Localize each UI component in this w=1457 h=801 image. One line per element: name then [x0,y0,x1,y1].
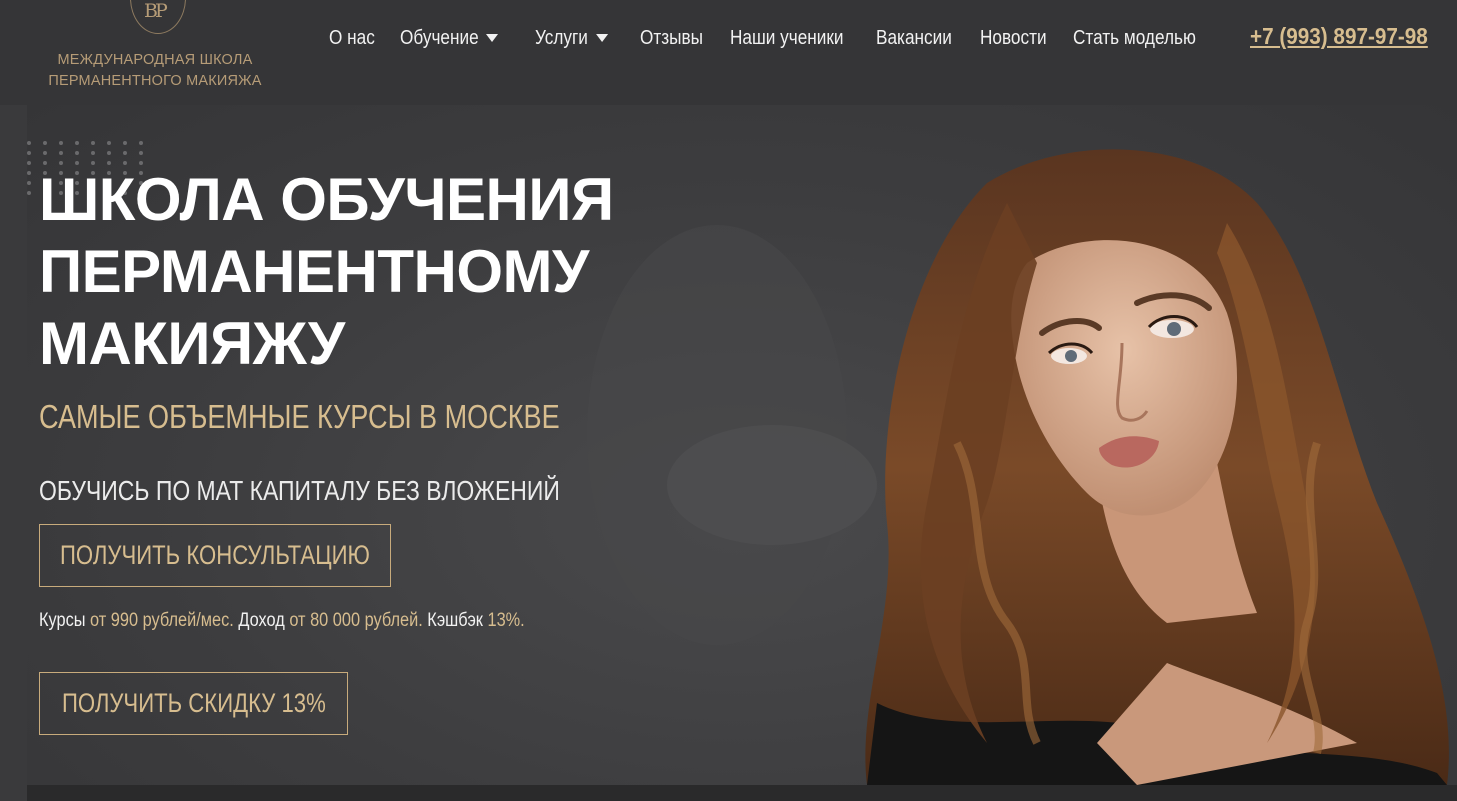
logo-text-line2: ПЕРМАНЕНТНОГО МАКИЯЖА [48,73,262,89]
hero-title-line2: ПЕРМАНЕНТНОМУ [39,238,589,305]
get-discount-button-label: ПОЛУЧИТЬ СКИДКУ 13% [61,688,326,718]
nav-item-become-model[interactable]: Стать моделью [1073,27,1196,50]
nav-item-training-label: Обучение [400,26,479,49]
logo-text-line1: МЕЖДУНАРОДНАЯ ШКОЛА [57,52,253,68]
hero-title-line3: МАКИЯЖУ [39,310,345,377]
hero-subtitle: САМЫЕ ОБЪЕМНЫЕ КУРСЫ В МОСКВЕ [39,398,560,435]
main-nav: О нас Обучение Услуги Отзывы Наши ученик… [329,24,1213,52]
get-discount-button[interactable]: ПОЛУЧИТЬ СКИДКУ 13% [39,672,348,735]
nav-item-news[interactable]: Новости [980,27,1060,50]
cashback-value: 13%. [487,610,525,631]
section-divider [27,785,1457,801]
income-value: от 80 000 рублей. [289,610,423,631]
phone-link[interactable]: +7 (993) 897-97-98 [1250,23,1428,50]
hero-tagline: ОБУЧИСЬ ПО МАТ КАПИТАЛУ БЕЗ ВЛОЖЕНИЙ [39,475,560,506]
nav-item-services-label: Услуги [535,26,588,49]
page-left-margin [0,105,27,801]
courses-value: от 990 рублей/мес. [90,610,234,631]
nav-item-services[interactable]: Услуги [535,27,608,50]
nav-item-training[interactable]: Обучение [400,26,499,50]
income-label: Доход [238,610,285,631]
chevron-down-icon [486,34,499,42]
logo-monogram: BP [144,0,168,22]
nav-item-vacancies[interactable]: Вакансии [876,27,965,50]
hero-section: ШКОЛА ОБУЧЕНИЯ ПЕРМАНЕНТНОМУ МАКИЯЖУ САМ… [27,105,1457,785]
chevron-down-icon [595,34,608,42]
price-info: Курсы от 990 рублей/мес. Доход от 80 000… [39,610,525,632]
hero-title-line1: ШКОЛА ОБУЧЕНИЯ [39,166,614,233]
hero-title: ШКОЛА ОБУЧЕНИЯ ПЕРМАНЕНТНОМУ МАКИЯЖУ [39,164,699,380]
courses-label: Курсы [39,610,86,631]
nav-item-about[interactable]: О нас [329,27,390,50]
cashback-label: Кэшбэк [427,610,483,631]
get-consultation-button-label: ПОЛУЧИТЬ КОНСУЛЬТАЦИЮ [60,540,370,570]
model-portrait-image [865,149,1449,785]
nav-item-reviews[interactable]: Отзывы [640,27,717,50]
nav-item-students[interactable]: Наши ученики [730,27,856,50]
site-header: BP МЕЖДУНАРОДНАЯ ШКОЛА ПЕРМАНЕНТНОГО МАК… [0,0,1457,105]
logo[interactable]: BP МЕЖДУНАРОДНАЯ ШКОЛА ПЕРМАНЕНТНОГО МАК… [44,0,266,100]
get-consultation-button[interactable]: ПОЛУЧИТЬ КОНСУЛЬТАЦИЮ [39,524,391,587]
